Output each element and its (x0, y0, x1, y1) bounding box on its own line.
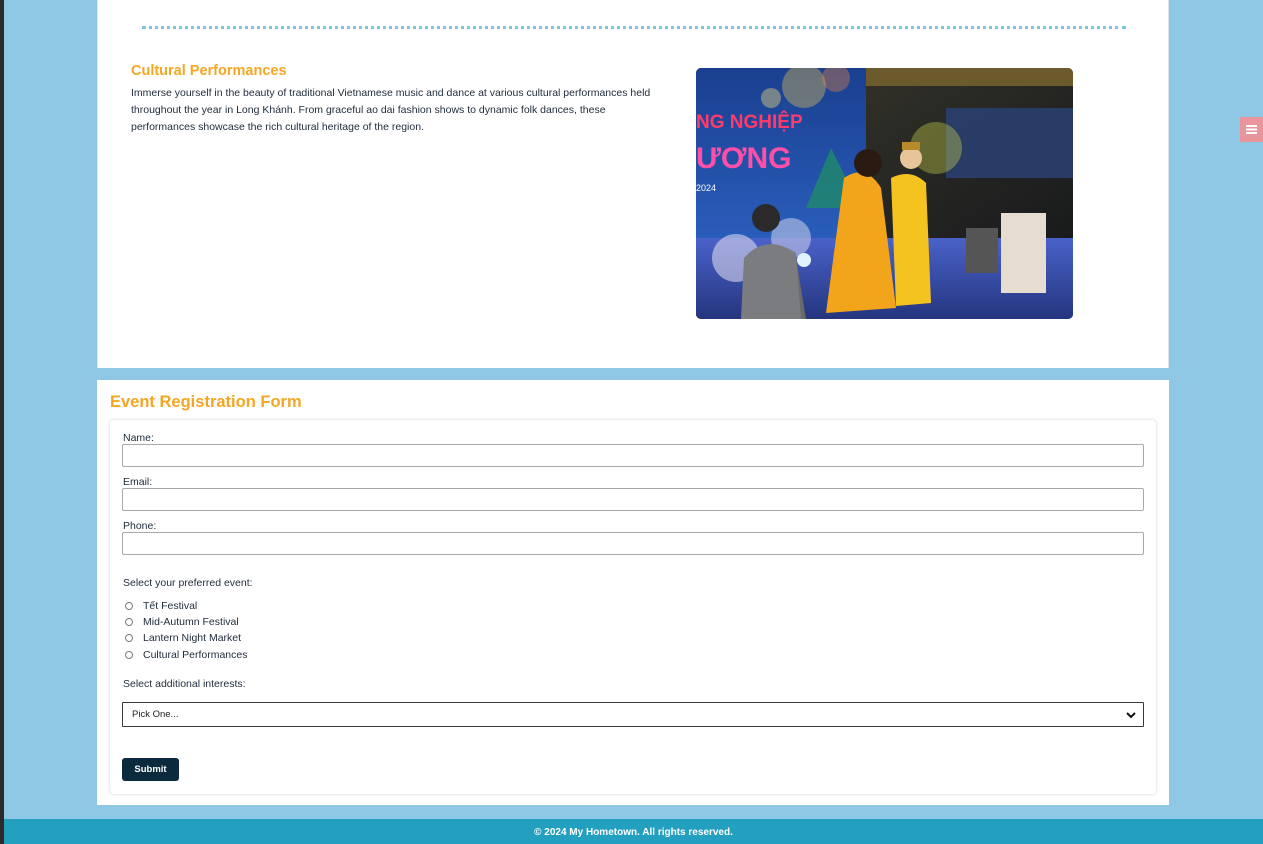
section-title: Cultural Performances (131, 63, 287, 79)
performance-photo: NG NGHIỆP ƯƠNG 2024 (696, 68, 1073, 319)
event-registration-section: Event Registration Form Name: Email: Pho… (97, 380, 1169, 805)
event-option-lantern-market[interactable]: Lantern Night Market (125, 632, 241, 644)
dotted-divider (142, 26, 1126, 29)
email-field[interactable] (122, 488, 1144, 511)
radio-button[interactable] (125, 651, 133, 659)
event-option-label: Cultural Performances (143, 649, 248, 661)
menu-toggle-button[interactable] (1240, 117, 1263, 142)
name-label: Name: (123, 432, 154, 444)
interests-prompt: Select additional interests: (123, 678, 246, 690)
photo-banner-text-1: NG NGHIỆP (696, 111, 803, 133)
select-value: Pick One... (132, 709, 179, 720)
event-prompt: Select your preferred event: (123, 577, 253, 589)
photo-banner-text-2: ƯƠNG (696, 142, 791, 175)
email-label: Email: (123, 476, 153, 488)
left-edge-strip (0, 0, 4, 844)
page-footer: © 2024 My Hometown. All rights reserved. (4, 819, 1263, 844)
name-field[interactable] (122, 444, 1144, 467)
photo-banner-year: 2024 (696, 183, 716, 193)
form-title: Event Registration Form (110, 393, 302, 411)
event-option-label: Lantern Night Market (143, 632, 242, 644)
section-description: Immerse yourself in the beauty of tradit… (131, 87, 651, 133)
submit-button[interactable]: Submit (122, 758, 179, 781)
hamburger-menu-icon (1246, 125, 1257, 134)
event-option-label: Mid-Autumn Festival (143, 616, 239, 628)
chevron-down-icon (1126, 712, 1136, 719)
event-option-tet[interactable]: Tết Festival (125, 600, 197, 612)
event-option-mid-autumn[interactable]: Mid-Autumn Festival (125, 616, 239, 628)
radio-button[interactable] (125, 618, 133, 626)
event-option-label: Tết Festival (143, 600, 198, 612)
phone-field[interactable] (122, 532, 1144, 555)
radio-button[interactable] (125, 634, 133, 642)
registration-form: Name: Email: Phone: Select your preferre… (110, 420, 1156, 794)
cultural-performances-section: Cultural Performances Immerse yourself i… (97, 0, 1169, 368)
event-option-cultural-performances[interactable]: Cultural Performances (125, 649, 247, 661)
phone-label: Phone: (123, 520, 157, 532)
copyright-text: © 2024 My Hometown. All rights reserved. (534, 827, 733, 838)
radio-button[interactable] (125, 602, 133, 610)
interests-select[interactable]: Pick One... (122, 702, 1144, 727)
